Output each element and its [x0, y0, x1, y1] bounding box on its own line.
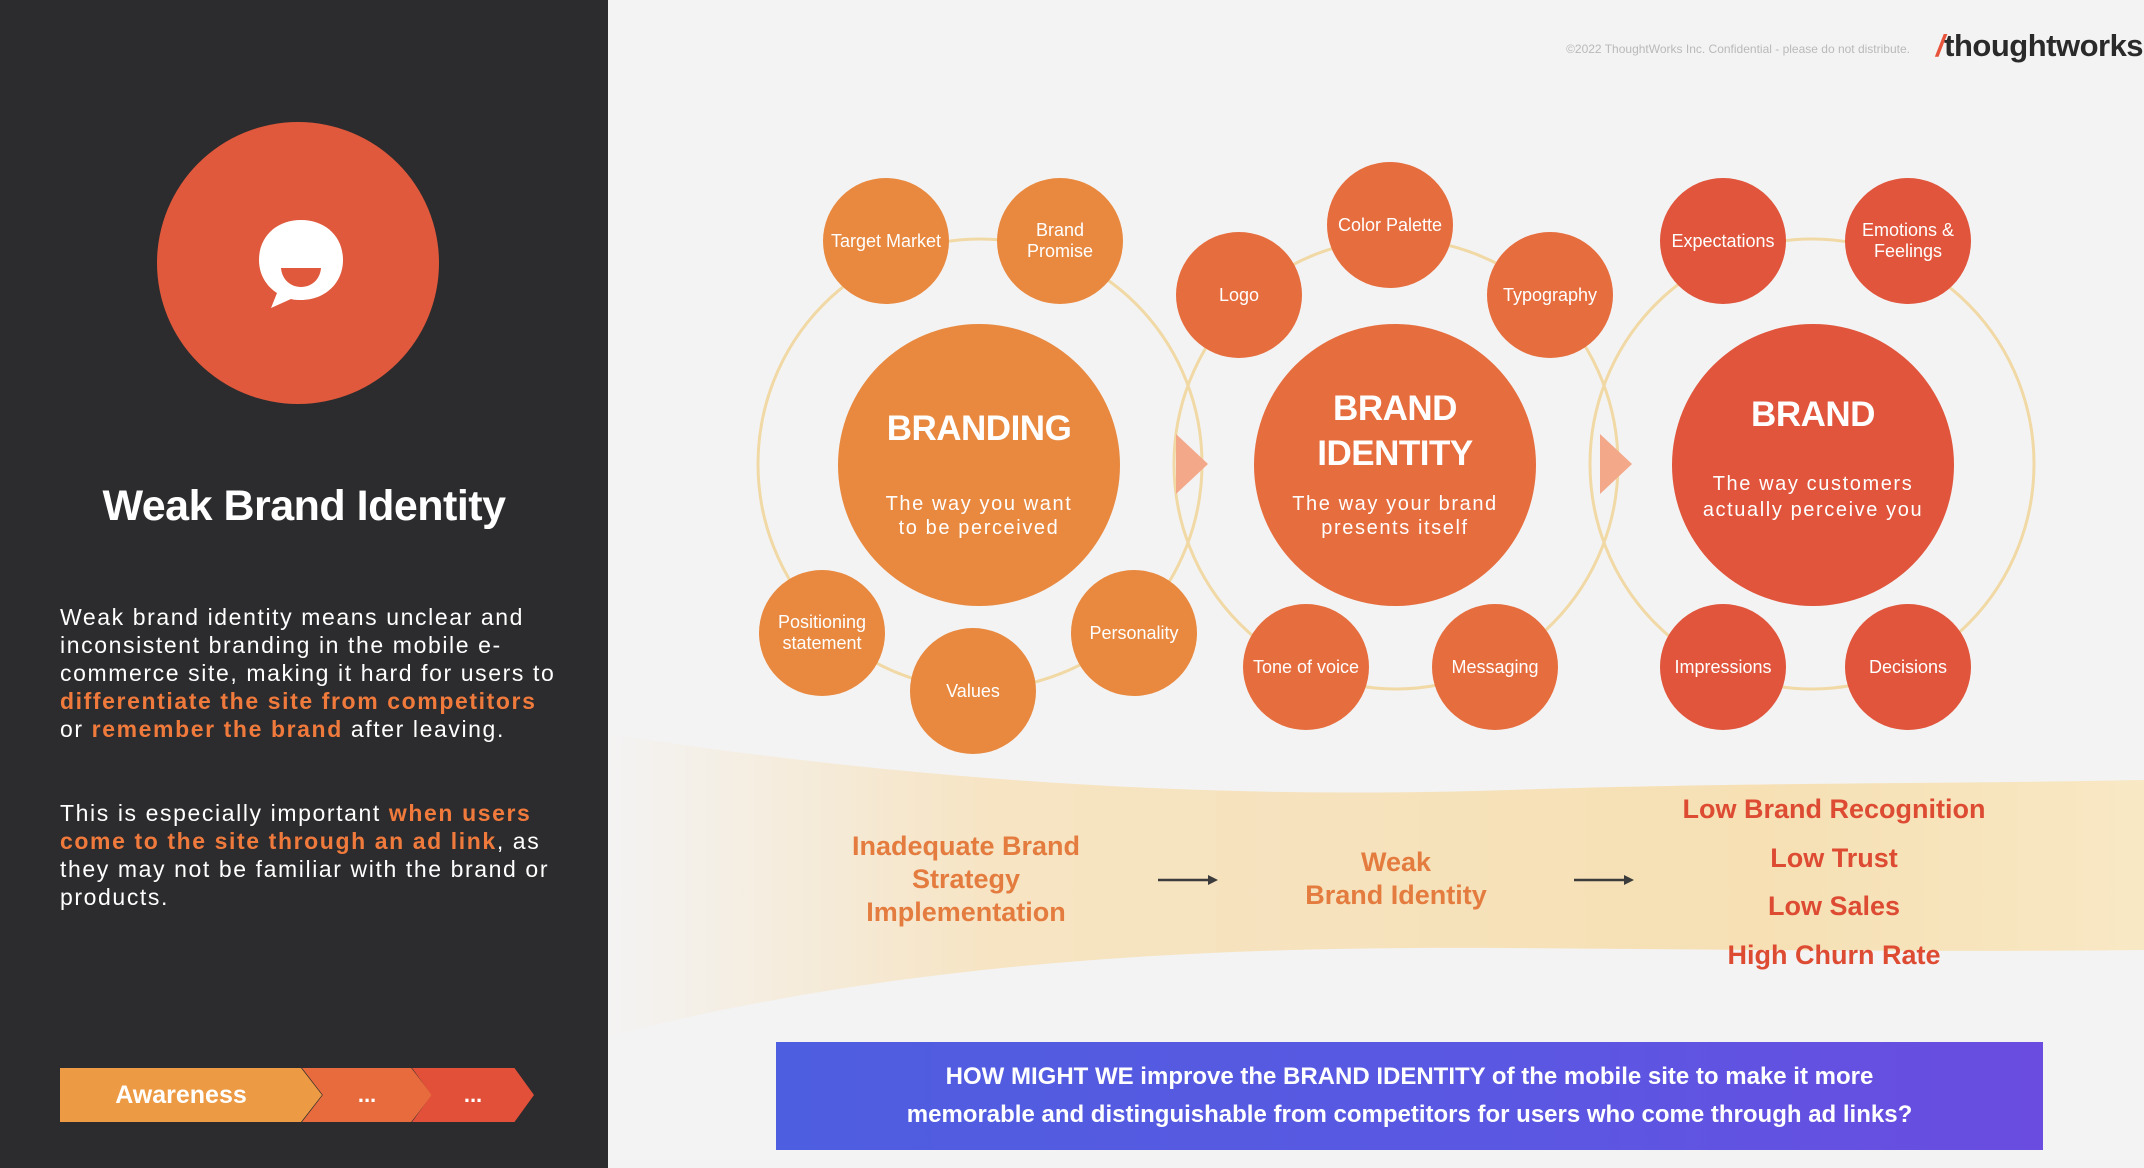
bubble-messaging: Messaging	[1432, 604, 1558, 730]
left-panel: Weak Brand Identity Weak brand identity …	[0, 0, 608, 1168]
bubble-personality: Personality	[1071, 570, 1197, 696]
how-might-we-banner: HOW MIGHT WE improve the BRAND IDENTITY …	[776, 1042, 2043, 1150]
brand-subtitle-2: actually perceive you	[1702, 499, 1924, 521]
bubble-values: Values	[910, 628, 1036, 754]
bubble-logo: Logo	[1176, 232, 1302, 358]
bubble-impressions: Impressions	[1660, 604, 1786, 730]
hmw-line-1: HOW MIGHT WE improve the BRAND IDENTITY …	[945, 1063, 1874, 1090]
bubble-typography: Typography	[1487, 232, 1613, 358]
arrow-right-icon	[1176, 434, 1208, 494]
branding-subtitle-2: to be perceived	[898, 517, 1060, 539]
hmw-line-2: memorable and distinguishable from compe…	[906, 1101, 1913, 1128]
brand-identity-subtitle-1: The way your brand	[1292, 493, 1498, 515]
chat-bubble-icon	[259, 220, 343, 308]
bubble-target-market: Target Market	[823, 178, 949, 304]
brand-identity-subtitle-2: presents itself	[1321, 517, 1469, 539]
body-text: This is especially important	[60, 800, 389, 826]
arrow-right-icon	[1600, 434, 1632, 494]
context-paragraph: This is especially important when users …	[60, 799, 560, 911]
body-text: or	[60, 716, 92, 742]
brand-identity-circle: BRAND IDENTITY The way your brand presen…	[1254, 324, 1536, 606]
highlight-text: differentiate the site from competitors	[60, 688, 537, 714]
outcome-low-trust: Low Trust	[1770, 843, 1898, 873]
weak-identity-label: Weak Brand Identity	[1305, 847, 1487, 910]
brand-title: BRAND	[1751, 395, 1875, 434]
bubble-emotions-feelings: Emotions & Feelings	[1845, 178, 1971, 304]
bubble-tone-of-voice: Tone of voice	[1243, 604, 1369, 730]
outcome-low-sales: Low Sales	[1767, 891, 1901, 921]
flow-arrow-icon	[1574, 875, 1634, 885]
body-text: Weak brand identity means unclear and in…	[60, 604, 556, 686]
highlight-text: remember the brand	[91, 716, 343, 742]
cause-label: Inadequate Brand Strategy Implementation	[851, 831, 1081, 927]
stage-awareness: Awareness	[60, 1068, 322, 1122]
body-text: after leaving.	[342, 716, 505, 742]
topic-circle	[157, 122, 439, 404]
brand-circle: BRAND The way customers actually perceiv…	[1672, 324, 1954, 606]
outcome-high-churn-rate: High Churn Rate	[1727, 940, 1941, 970]
bubble-decisions: Decisions	[1845, 604, 1971, 730]
outcome-low-brand-recognition: Low Brand Recognition	[1682, 794, 1986, 824]
branding-circle: BRANDING The way you want to be perceive…	[838, 324, 1120, 606]
brand-subtitle-1: The way customers	[1712, 473, 1914, 495]
branding-title: BRANDING	[886, 409, 1072, 448]
brand-identity-title-1: BRAND	[1333, 389, 1457, 428]
branding-subtitle-1: The way you want	[885, 493, 1073, 515]
bubble-positioning-statement: Positioning statement	[759, 570, 885, 696]
description-paragraph: Weak brand identity means unclear and in…	[60, 603, 560, 743]
bubble-brand-promise: Brand Promise	[997, 178, 1123, 304]
page-title: Weak Brand Identity	[102, 482, 506, 530]
bubble-expectations: Expectations	[1660, 178, 1786, 304]
brand-identity-title-2: IDENTITY	[1317, 434, 1473, 473]
flow-arrow-icon	[1158, 875, 1218, 885]
bubble-color-palette: Color Palette	[1327, 162, 1453, 288]
